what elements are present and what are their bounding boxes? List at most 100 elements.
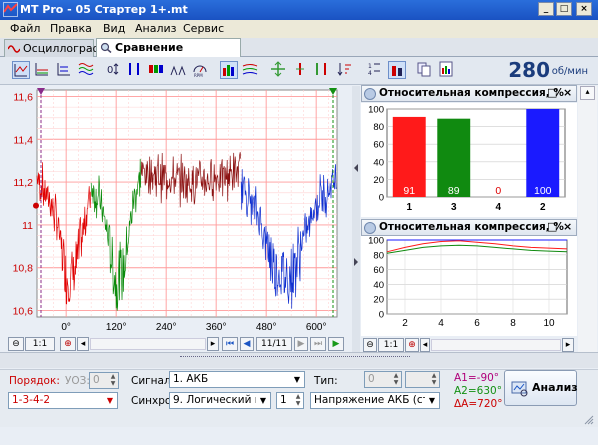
tab-cylinder-comparison[interactable]: Сравнение цилиндров bbox=[96, 38, 241, 67]
y-tick-label: 11 bbox=[22, 220, 33, 232]
waveform-chart[interactable]: 11,6 11,4 11,2 11 10,8 10,6 0° 120° 240° 360° 480°… bbox=[3, 86, 351, 352]
colors-button[interactable] bbox=[148, 61, 166, 79]
cylinder-marker-button[interactable] bbox=[314, 61, 332, 79]
sync-spinner-icon[interactable]: ▲ ▼ bbox=[293, 393, 303, 408]
zoom-out-button[interactable]: ⊖ bbox=[363, 338, 377, 352]
panel-close-icon[interactable]: × bbox=[563, 86, 572, 99]
svg-text:0: 0 bbox=[107, 65, 113, 76]
report-button[interactable] bbox=[438, 61, 456, 79]
y-tick-label: 80 bbox=[373, 122, 384, 133]
signal-select[interactable]: 1. АКБ ▼ bbox=[169, 371, 305, 388]
vertical-marker-button[interactable] bbox=[292, 61, 310, 79]
x-tick-label: 8 bbox=[510, 318, 516, 329]
left-zoom-in-button[interactable]: ⊕ bbox=[60, 337, 76, 351]
panel-maximize-icon[interactable]: □ bbox=[547, 86, 557, 99]
toz-value: 0 bbox=[93, 374, 100, 386]
scale-button[interactable] bbox=[170, 61, 188, 79]
next-page-button[interactable]: ▶ bbox=[294, 337, 308, 351]
bar-chart-button[interactable] bbox=[220, 61, 238, 79]
vertical-marker-icon bbox=[296, 63, 304, 75]
sync-channel-input[interactable]: 1 ▲ ▼ bbox=[276, 392, 304, 409]
panel-divider-bar[interactable] bbox=[0, 352, 598, 368]
move-button[interactable] bbox=[270, 61, 288, 79]
bar-category-label: 4 bbox=[495, 202, 501, 213]
analyze-button[interactable]: Анализ bbox=[504, 370, 578, 406]
x-tick-label: 4 bbox=[438, 318, 444, 329]
zero-shift-button[interactable]: 0 bbox=[106, 61, 124, 79]
left-zoom-ratio[interactable]: 1:1 bbox=[25, 337, 55, 351]
overlay-tool-button[interactable] bbox=[34, 61, 52, 79]
firing-order-select[interactable]: 1-3-4-2 ▼ bbox=[8, 392, 118, 409]
play-button[interactable]: ▶ bbox=[328, 337, 344, 351]
bar-values-button[interactable] bbox=[388, 61, 406, 79]
type-select[interactable]: Напряжение АКБ (старт…▼ bbox=[310, 392, 440, 409]
analyze-button-label: Анализ bbox=[532, 381, 578, 394]
menu-file[interactable]: Файл bbox=[10, 22, 40, 35]
chevron-down-icon: ▼ bbox=[256, 393, 270, 408]
multi-trace-button[interactable] bbox=[78, 61, 96, 79]
toz-spinner-icon[interactable]: ▲ ▼ bbox=[108, 373, 118, 388]
trend-zoom-ratio[interactable]: 1:1 bbox=[378, 338, 404, 352]
prev-page-button[interactable]: ◀ bbox=[240, 337, 254, 351]
y-tick-label: 11,4 bbox=[13, 134, 33, 146]
type-b-spinner-icon[interactable]: ▲ ▼ bbox=[429, 372, 439, 387]
trend-lines-icon bbox=[242, 64, 258, 75]
panel-close-icon[interactable]: × bbox=[563, 220, 572, 233]
menu-view[interactable]: Вид bbox=[103, 22, 125, 35]
color-bars-icon bbox=[149, 65, 163, 73]
collapse-handle[interactable] bbox=[180, 356, 410, 363]
compression-panel-title: Относительная компрессия, % bbox=[379, 87, 564, 99]
status-bar bbox=[0, 413, 598, 427]
y-tick-label: 100 bbox=[368, 105, 384, 116]
x-tick-label: 480° bbox=[256, 322, 277, 333]
panel-maximize-icon[interactable]: □ bbox=[547, 220, 557, 233]
minimize-button[interactable]: _ bbox=[538, 2, 554, 16]
scroll-right-button[interactable]: ▸ bbox=[562, 338, 574, 352]
menu-edit[interactable]: Правка bbox=[50, 22, 92, 35]
left-scroll-right-button[interactable]: ▸ bbox=[207, 337, 219, 351]
menu-analysis[interactable]: Анализ bbox=[135, 22, 177, 35]
left-zoom-out-button[interactable]: ⊖ bbox=[8, 337, 24, 351]
menu-service[interactable]: Сервис bbox=[183, 22, 224, 35]
close-button[interactable]: × bbox=[576, 2, 592, 16]
compression-panel-header: Относительная компрессия, % □ × bbox=[361, 85, 577, 102]
vertical-scrollbar[interactable]: ▴ bbox=[578, 86, 597, 352]
level-marker-icon bbox=[33, 202, 39, 209]
type-label: Тип: bbox=[314, 375, 338, 387]
maximize-button[interactable]: □ bbox=[556, 2, 572, 16]
type-b-input[interactable]: ▲ ▼ bbox=[405, 371, 440, 388]
left-scroll-left-button[interactable]: ◂ bbox=[77, 337, 89, 351]
rpm-gauge-button[interactable]: RPM bbox=[192, 61, 210, 79]
type-a-spinner-icon[interactable]: ▲ ▼ bbox=[391, 372, 401, 387]
type-a-input[interactable]: 0 ▲ ▼ bbox=[364, 371, 402, 388]
copy-button[interactable] bbox=[416, 61, 434, 79]
resize-grip-icon[interactable] bbox=[584, 415, 594, 425]
stack-tool-button[interactable] bbox=[56, 61, 74, 79]
firing-order-value: 1-3-4-2 bbox=[12, 394, 51, 406]
left-scrollbar[interactable] bbox=[90, 338, 206, 350]
sync-select[interactable]: 9. Логический кан ▼ bbox=[169, 392, 271, 409]
numbers-button[interactable]: 14 bbox=[366, 61, 384, 79]
copy-icon bbox=[417, 62, 431, 77]
pane-splitter[interactable] bbox=[352, 86, 360, 352]
toz-input[interactable]: 0 ▲ ▼ bbox=[89, 372, 119, 389]
first-page-button[interactable]: ⏮ bbox=[222, 337, 238, 351]
trend-chart-button[interactable] bbox=[242, 61, 260, 79]
scroll-up-button[interactable]: ▴ bbox=[580, 86, 595, 100]
sync-channel-value: 1 bbox=[280, 394, 287, 406]
cursor-tool-button[interactable] bbox=[12, 61, 30, 79]
chevron-down-icon: ▼ bbox=[290, 372, 304, 387]
sort-button[interactable] bbox=[336, 61, 354, 79]
order-label: Порядок: bbox=[9, 375, 60, 387]
y-tick-label: 10,8 bbox=[13, 263, 34, 275]
y-tick-label: 60 bbox=[373, 140, 384, 151]
trend-scrollbar[interactable] bbox=[431, 339, 561, 351]
y-tick-label: 10,6 bbox=[13, 306, 34, 318]
zoom-in-button[interactable]: ⊕ bbox=[405, 338, 419, 352]
scroll-left-button[interactable]: ◂ bbox=[420, 338, 430, 352]
last-page-button[interactable]: ⏭ bbox=[310, 337, 326, 351]
tab-oscilloscope[interactable]: Осциллограф bbox=[4, 39, 102, 57]
markers-button[interactable] bbox=[127, 61, 145, 79]
toz-label: УОЗ: bbox=[65, 375, 90, 387]
gauge-icon: RPM bbox=[193, 65, 207, 78]
